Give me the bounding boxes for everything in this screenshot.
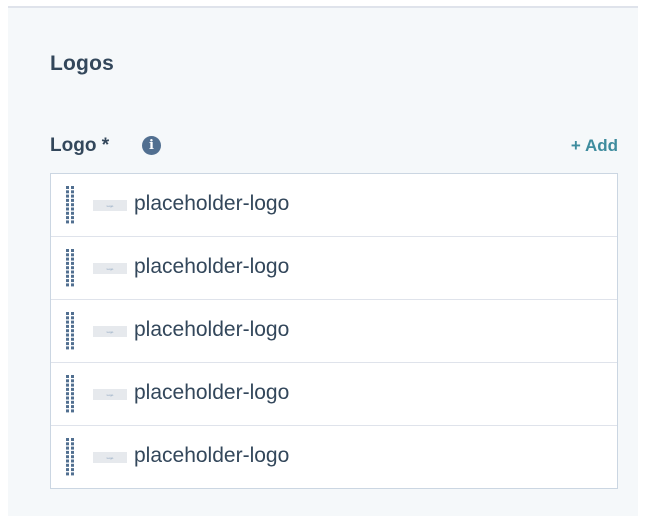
info-icon[interactable]: i xyxy=(142,136,161,155)
logo-thumbnail: Logo xyxy=(93,452,127,463)
logo-name: placeholder-logo xyxy=(134,444,290,467)
logo-thumbnail-text: Logo xyxy=(106,392,114,397)
logo-list-item[interactable]: Logo placeholder-logo xyxy=(51,426,617,488)
logo-list-item[interactable]: Logo placeholder-logo xyxy=(51,174,617,237)
logo-thumbnail: Logo xyxy=(93,200,127,211)
logo-thumbnail-text: Logo xyxy=(106,329,114,334)
logo-list-item[interactable]: Logo placeholder-logo xyxy=(51,237,617,300)
logo-thumbnail-text: Logo xyxy=(106,203,114,208)
logo-list-item[interactable]: Logo placeholder-logo xyxy=(51,363,617,426)
logo-list-item[interactable]: Logo placeholder-logo xyxy=(51,300,617,363)
logo-name: placeholder-logo xyxy=(134,255,290,278)
drag-handle-icon[interactable] xyxy=(66,312,75,350)
logo-name: placeholder-logo xyxy=(134,318,290,341)
logo-thumbnail: Logo xyxy=(93,326,127,337)
logo-list: Logo placeholder-logo Logo placeholder-l… xyxy=(50,173,618,489)
drag-handle-icon[interactable] xyxy=(66,186,75,224)
drag-handle-icon[interactable] xyxy=(66,375,75,413)
logo-thumbnail-text: Logo xyxy=(106,266,114,271)
logo-field-label: Logo * xyxy=(50,135,110,156)
logo-thumbnail: Logo xyxy=(93,263,127,274)
add-logo-button[interactable]: + Add xyxy=(571,136,618,156)
logo-thumbnail: Logo xyxy=(93,389,127,400)
logo-field-header: Logo * i + Add xyxy=(50,135,618,159)
drag-handle-icon[interactable] xyxy=(66,438,75,476)
logo-name: placeholder-logo xyxy=(134,381,290,404)
drag-handle-icon[interactable] xyxy=(66,249,75,287)
logo-name: placeholder-logo xyxy=(134,192,290,215)
logos-panel: Logos Logo * i + Add Logo placeholder-lo… xyxy=(8,6,638,516)
section-title: Logos xyxy=(50,52,114,75)
logo-thumbnail-text: Logo xyxy=(106,455,114,460)
